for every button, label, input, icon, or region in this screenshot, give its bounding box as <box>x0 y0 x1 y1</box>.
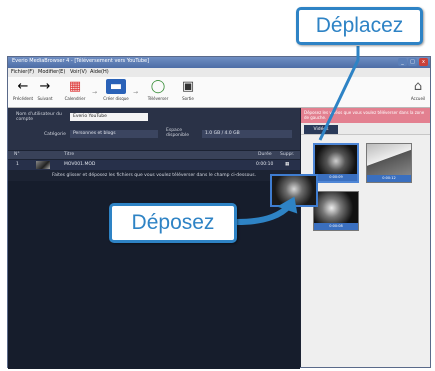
arrow-overlay <box>236 46 360 225</box>
drop-callout: Déposez <box>109 203 237 243</box>
move-callout: Déplacez <box>296 7 423 45</box>
drop-arrowhead-icon <box>277 196 298 214</box>
leader-line-icon <box>318 46 360 141</box>
